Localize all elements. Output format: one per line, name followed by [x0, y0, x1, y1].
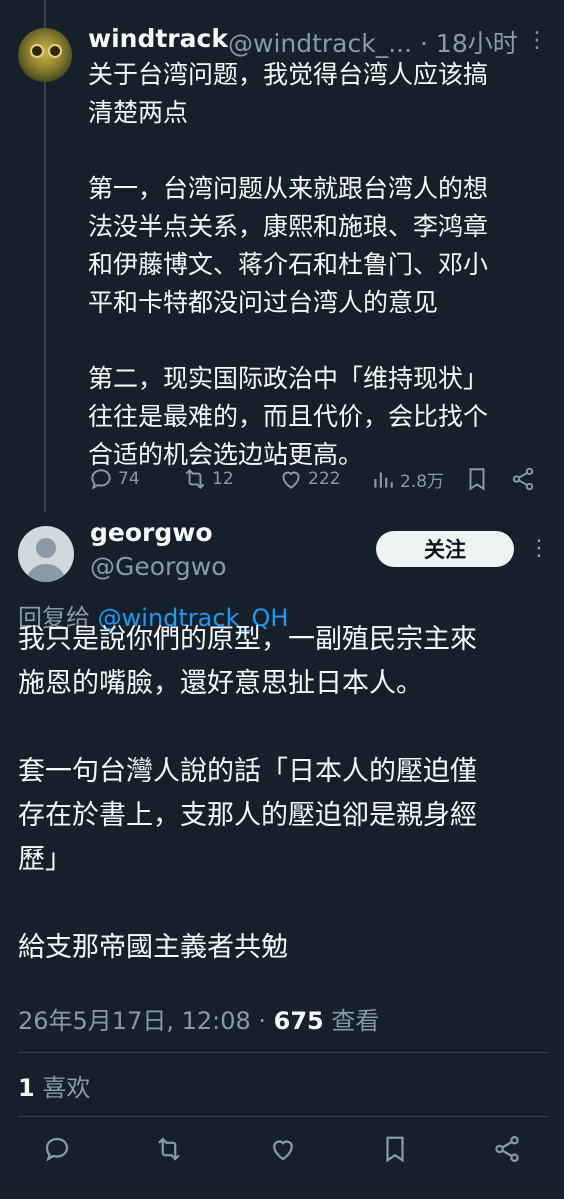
default-avatar-icon	[26, 538, 66, 582]
views-icon	[374, 472, 393, 488]
author-name[interactable]: windtrack	[88, 24, 228, 53]
divider	[18, 1052, 548, 1053]
avatar-eye-left	[30, 44, 44, 58]
tweet-line: 和伊藤博文、蒋介石和杜鲁门、邓小	[88, 250, 489, 279]
bookmark-button[interactable]	[464, 466, 494, 492]
avatar-eye-right	[48, 44, 62, 58]
avatar-georgwo[interactable]	[18, 526, 74, 582]
tweet-line: 法没半点关系，康熙和施琅、李鸿章	[88, 212, 489, 241]
share-icon	[495, 1136, 519, 1162]
tweet-line: 清楚两点	[88, 98, 189, 127]
like-count: 1	[18, 1074, 35, 1102]
tweet-line: 关于台湾问题，我觉得台湾人应该搞	[88, 60, 489, 89]
tweet-line: 套一句台灣人說的話「日本人的壓迫僅	[18, 756, 477, 787]
tweet-line: 存在於書上，支那人的壓迫卻是親身經	[18, 800, 477, 831]
tweet-line: 往往是最难的，而且代价，会比找个	[88, 402, 489, 431]
author-handle[interactable]: @windtrack_... · 18小时	[228, 24, 518, 60]
retweet-button[interactable]	[152, 1132, 186, 1166]
tweet-line: 第一，台湾问题从来就跟台湾人的想	[88, 174, 489, 203]
follow-button[interactable]: 关注	[376, 531, 514, 567]
like-count: 222	[308, 469, 341, 489]
share-button[interactable]	[490, 1132, 524, 1166]
tweet-line: 我只是說你們的原型，一副殖民宗主來	[18, 624, 477, 655]
bookmark-button[interactable]	[378, 1132, 412, 1166]
share-button[interactable]	[510, 466, 540, 492]
tweet-text: 我只是說你們的原型，一副殖民宗主來 施恩的嘴臉，還好意思扯日本人。 套一句台灣人…	[18, 618, 548, 970]
more-icon[interactable]: ⋮	[528, 538, 550, 560]
view-label: 查看	[323, 1007, 380, 1035]
like-label: 喜欢	[34, 1074, 91, 1102]
tweet-meta: 26年5月17日, 12:08 · 675 查看	[18, 1001, 379, 1036]
tweet-line: 給支那帝國主義者共勉	[18, 932, 288, 963]
retweet-count: 12	[212, 469, 234, 489]
like-icon	[282, 471, 300, 489]
like-button[interactable]: 222	[278, 466, 340, 492]
timestamp[interactable]: 26年5月17日, 12:08 ·	[18, 1007, 274, 1035]
tweet-line: 歷」	[18, 844, 72, 875]
tweet-line: 第二，现实国际政治中「维持现状」	[88, 364, 489, 393]
bookmark-icon	[469, 468, 485, 491]
reply-button[interactable]: 74	[88, 466, 140, 492]
view-count: 675	[273, 1007, 324, 1035]
share-icon	[512, 467, 534, 491]
like-icon	[273, 1140, 293, 1161]
likes-summary[interactable]: 1 喜欢	[18, 1068, 90, 1103]
bookmark-icon	[386, 1136, 404, 1163]
handle-text: @windtrack_...	[228, 29, 413, 58]
reply-button[interactable]	[40, 1132, 74, 1166]
author-name[interactable]: georgwo	[90, 518, 213, 547]
retweet-icon	[185, 468, 205, 490]
retweet-button[interactable]: 12	[182, 466, 234, 492]
reply-icon	[45, 1137, 69, 1162]
reply-icon	[91, 469, 111, 490]
tweet-text: 关于台湾问题，我觉得台湾人应该搞 清楚两点 第一，台湾问题从来就跟台湾人的想 法…	[88, 56, 538, 474]
author-handle[interactable]: @Georgwo	[90, 552, 227, 581]
like-button[interactable]	[266, 1132, 300, 1166]
tweet-line: 平和卡特都没问过台湾人的意见	[88, 288, 439, 317]
retweet-icon	[158, 1137, 180, 1161]
more-icon[interactable]: ⋮	[526, 30, 548, 52]
tweet-line: 施恩的嘴臉，還好意思扯日本人。	[18, 668, 423, 699]
tweet-actions: 74 12 222 2.8万	[88, 466, 538, 498]
divider	[18, 1116, 548, 1117]
avatar-windtrack[interactable]	[18, 28, 72, 82]
views-button[interactable]: 2.8万	[370, 466, 444, 492]
views-count: 2.8万	[400, 471, 445, 492]
reply-count: 74	[118, 469, 140, 489]
time-text: · 18小时	[420, 29, 518, 58]
